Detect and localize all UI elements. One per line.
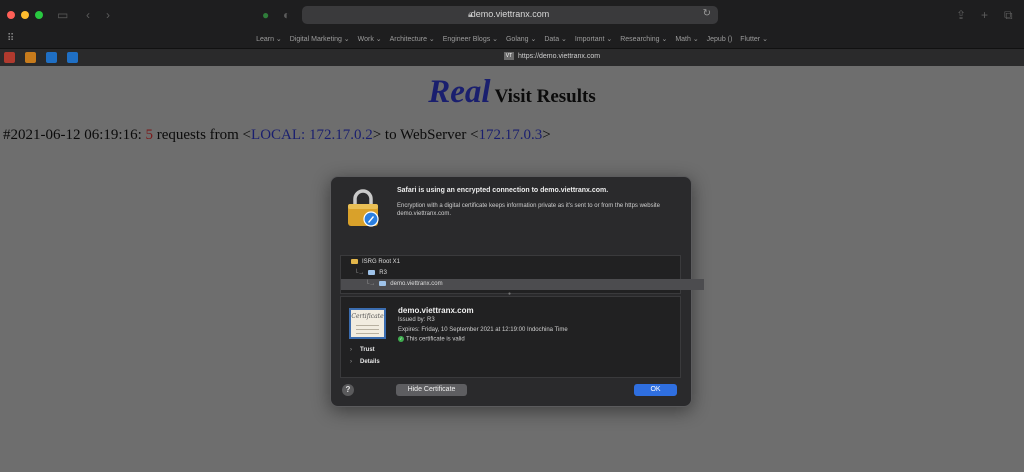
share-icon[interactable]: ⇪ xyxy=(956,8,966,22)
heading-visit-results: Visit Results xyxy=(494,86,596,107)
log-text-1: requests from < xyxy=(153,127,252,143)
trust-disclosure[interactable]: › Trust xyxy=(350,347,375,353)
page-heading: Real Visit Results xyxy=(0,74,1024,111)
ok-button[interactable]: OK xyxy=(634,384,677,396)
browser-title-bar: ▭ ‹ › ● ◐ 🔒︎ demo.viettranx.com ↻ ⇪ + ⧉ xyxy=(0,0,1024,30)
tab-bar: VT https://demo.viettranx.com xyxy=(0,48,1024,67)
favorite-architecture[interactable]: Architecture ⌄ xyxy=(390,36,435,43)
address-bar-url: demo.viettranx.com xyxy=(470,9,550,19)
server-address: 172.17.0.3 xyxy=(478,127,543,143)
address-bar[interactable]: 🔒︎ demo.viettranx.com ↻ xyxy=(302,6,718,24)
favorite-math[interactable]: Math ⌄ xyxy=(675,36,698,43)
close-window-button[interactable] xyxy=(7,11,15,19)
certificate-dialog: Safari is using an encrypted connection … xyxy=(330,176,704,407)
certificate-details-panel: Certificate demo.viettranx.com Issued by… xyxy=(340,296,681,378)
pinned-tab-3[interactable] xyxy=(46,52,57,63)
dialog-description: Encryption with a digital certificate ke… xyxy=(397,203,660,217)
details-disclosure[interactable]: › Details xyxy=(350,359,380,365)
favorites-list: Learn ⌄ Digital Marketing ⌄ Work ⌄ Archi… xyxy=(0,35,1024,43)
chain-item-demo-viettranx[interactable]: └→ demo.viettranx.com xyxy=(341,279,704,290)
log-text-2: > to WebServer < xyxy=(372,127,479,143)
favorite-data[interactable]: Data ⌄ xyxy=(544,36,567,43)
forward-arrow-icon[interactable]: › xyxy=(106,8,110,22)
dialog-title: Safari is using an encrypted connection … xyxy=(397,187,609,194)
favorites-bar: ⠿ Learn ⌄ Digital Marketing ⌄ Work ⌄ Arc… xyxy=(0,30,1024,48)
privacy-report-icon[interactable]: ◐ xyxy=(283,8,290,22)
heading-real: Real xyxy=(428,74,491,110)
validity-text: This certificate is valid xyxy=(406,336,465,343)
active-tab[interactable]: VT https://demo.viettranx.com xyxy=(504,52,600,60)
chain-item-label: demo.viettranx.com xyxy=(390,281,443,287)
certificate-image-line xyxy=(356,329,379,330)
log-timestamp: #2021-06-12 06:19:16: xyxy=(3,127,146,143)
favorite-jepub[interactable]: Jepub () xyxy=(707,36,733,43)
tab-favicon: VT xyxy=(504,52,514,60)
certificate-name: demo.viettranx.com xyxy=(398,306,474,315)
certificate-image: Certificate xyxy=(349,308,386,339)
checkmark-icon: ✓ xyxy=(398,336,404,342)
pinned-tab-4[interactable] xyxy=(67,52,78,63)
expiry-date: Expires: Friday, 10 September 2021 at 12… xyxy=(398,327,568,333)
log-text-3: > xyxy=(542,127,551,143)
pinned-tab-2[interactable] xyxy=(25,52,36,63)
tab-overview-icon[interactable]: ⧉ xyxy=(1004,8,1013,22)
tab-title: https://demo.viettranx.com xyxy=(518,52,601,60)
details-label: Details xyxy=(360,359,380,365)
sidebar-toggle-icon[interactable]: ▭ xyxy=(57,8,68,22)
favorite-digital-marketing[interactable]: Digital Marketing ⌄ xyxy=(290,36,350,43)
chevron-right-icon: › xyxy=(350,359,352,365)
chain-item-r3[interactable]: └→ R3 xyxy=(341,268,693,279)
certificate-image-line xyxy=(356,325,379,326)
minimize-window-button[interactable] xyxy=(21,11,29,19)
reload-icon[interactable]: ↻ xyxy=(703,8,711,19)
request-count: 5 xyxy=(145,127,154,143)
certificate-image-text: Certificate xyxy=(351,313,384,320)
chain-item-isrg-root-x1[interactable]: ISRG Root X1 xyxy=(341,257,690,268)
favorite-researching[interactable]: Researching ⌄ xyxy=(620,36,667,43)
favorite-flutter[interactable]: Flutter ⌄ xyxy=(740,36,768,43)
chevron-right-icon: › xyxy=(350,347,352,353)
certificate-icon xyxy=(368,269,376,275)
pinned-tab-1[interactable] xyxy=(4,52,15,63)
favorite-engineer-blogs[interactable]: Engineer Blogs ⌄ xyxy=(443,36,498,43)
favorite-work[interactable]: Work ⌄ xyxy=(358,36,382,43)
new-tab-icon[interactable]: + xyxy=(981,8,988,22)
certificate-image-line xyxy=(356,333,379,334)
zoom-window-button[interactable] xyxy=(35,11,43,19)
certificate-chain-list: ISRG Root X1 └→ R3 └→ demo.viettranx.com xyxy=(340,255,704,294)
favorite-golang[interactable]: Golang ⌄ xyxy=(506,36,536,43)
chain-item-label: R3 xyxy=(379,270,387,276)
chain-branch-icon: └→ xyxy=(354,270,365,276)
trust-label: Trust xyxy=(360,347,375,353)
back-arrow-icon[interactable]: ‹ xyxy=(86,8,90,22)
help-button[interactable]: ? xyxy=(342,384,354,396)
issued-by: Issued by: R3 xyxy=(398,317,435,323)
validity-status: ✓ This certificate is valid xyxy=(398,336,465,343)
local-address: LOCAL: 172.17.0.2 xyxy=(251,127,373,143)
certificate-icon xyxy=(379,280,387,286)
chain-branch-icon: └→ xyxy=(365,281,376,287)
log-entry: #2021-06-12 06:19:16: 5 requests from <L… xyxy=(3,127,551,144)
extension-icon[interactable]: ● xyxy=(262,8,269,22)
certificate-icon xyxy=(351,258,358,264)
favorite-important[interactable]: Important ⌄ xyxy=(575,36,612,43)
favorite-learn[interactable]: Learn ⌄ xyxy=(256,36,282,43)
hide-certificate-button[interactable]: Hide Certificate xyxy=(396,384,467,396)
chain-item-label: ISRG Root X1 xyxy=(362,259,401,265)
padlock-icon xyxy=(348,189,379,227)
